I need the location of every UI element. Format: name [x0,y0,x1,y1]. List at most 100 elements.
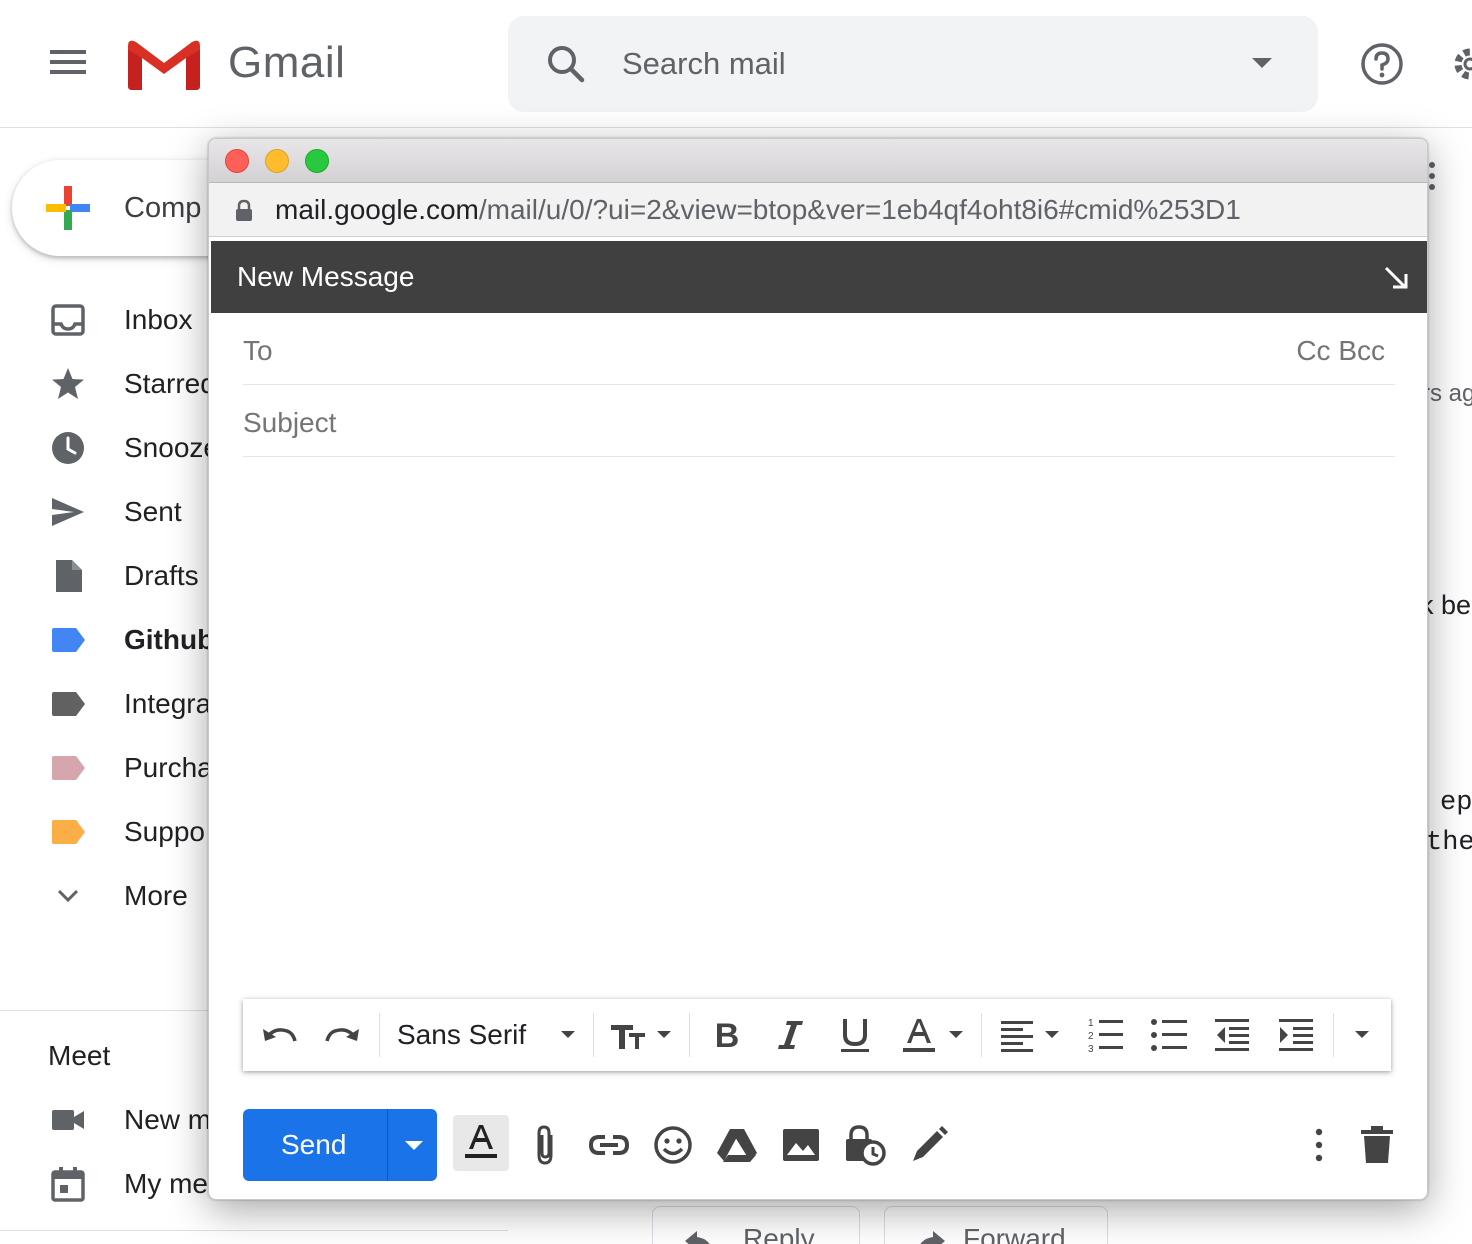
pop-in-arrow-icon[interactable] [1383,265,1409,291]
label-icon [52,628,85,652]
confidential-mode-icon[interactable] [843,1123,887,1167]
window-minimize-button[interactable] [265,149,289,173]
italic-icon[interactable] [771,1015,811,1055]
sidebar-item-snoozed[interactable]: Snoozed [0,418,240,478]
more-options-icon[interactable] [1299,1123,1339,1167]
meet-item-new-meeting[interactable]: New m [0,1090,240,1150]
insert-photo-icon[interactable] [779,1123,823,1167]
address-bar[interactable]: mail.google.com/mail/u/0/?ui=2&view=btop… [209,183,1427,237]
font-dropdown-caret-icon[interactable] [561,1031,575,1038]
main-menu-icon[interactable] [44,46,92,86]
insert-link-icon[interactable] [587,1123,631,1167]
calendar-icon [51,1167,85,1202]
video-icon [52,1110,84,1130]
label-icon [52,756,85,780]
gmail-header: Gmail Search mail [0,0,1472,128]
font-size-icon[interactable] [609,1015,649,1055]
send-button[interactable]: Send [243,1109,437,1181]
meet-item-my-meetings[interactable]: My me [0,1154,240,1214]
text-color-caret-icon[interactable] [949,1031,963,1038]
sidebar-item-sent[interactable]: Sent [0,482,240,542]
underline-icon[interactable] [835,1015,875,1055]
chevron-down-icon [57,889,79,903]
draft-icon [56,560,82,592]
sidebar-divider [0,1010,240,1011]
svg-text:3: 3 [1088,1044,1094,1055]
label-icon [52,692,85,716]
send-icon [52,498,84,526]
sidebar-item-more[interactable]: More [0,866,240,926]
sidebar-item-label: Integra [124,688,212,719]
discard-draft-trash-icon[interactable] [1355,1123,1399,1167]
compose-header: New Message [211,241,1427,313]
send-options-caret-icon[interactable] [405,1141,423,1150]
gmail-logo[interactable] [126,36,202,92]
font-size-caret-icon[interactable] [657,1031,671,1038]
text-color-icon[interactable] [899,1015,939,1055]
google-drive-icon[interactable] [715,1123,759,1167]
emoji-icon[interactable] [651,1123,695,1167]
inbox-icon [51,304,85,336]
to-field[interactable]: To Cc Bcc [243,313,1395,385]
meet-item-label: New m [124,1104,212,1135]
svg-text:2: 2 [1088,1031,1094,1042]
cc-bcc-link[interactable]: Cc Bcc [1296,335,1385,367]
bulleted-list-icon[interactable] [1149,1015,1189,1055]
signature-pen-icon[interactable] [907,1123,951,1167]
sidebar-item-starred[interactable]: Starred [0,354,240,414]
subject-input[interactable]: Subject [243,407,336,439]
redo-icon[interactable] [323,1015,363,1055]
gear-icon[interactable] [1446,40,1472,88]
reply-button[interactable]: Reply [652,1206,860,1244]
forward-label: Forward [963,1223,1066,1244]
sidebar-item-integra[interactable]: Integra [0,674,240,734]
background-text-fragment: rs ag [1422,380,1472,407]
toolbar-separator [379,1013,380,1057]
attach-file-icon[interactable] [523,1123,567,1167]
compose-title: New Message [237,261,415,292]
window-close-button[interactable] [225,149,249,173]
to-label: To [243,335,273,366]
sidebar-item-github[interactable]: Github [0,610,240,670]
lock-icon [236,199,252,221]
svg-text:1: 1 [1088,1018,1094,1029]
sidebar-bottom-divider [0,1230,508,1231]
search-options-caret-icon[interactable] [1252,58,1272,68]
sidebar-item-inbox[interactable]: Inbox [0,290,240,350]
meet-item-label: My me [124,1168,208,1199]
compose-label: Comp [124,192,202,224]
sidebar-item-label: Suppo [124,816,205,847]
background-text-fragment: ep [1440,788,1472,818]
subject-field[interactable]: Subject [243,385,1395,457]
font-family-select[interactable]: Sans Serif [397,1019,526,1051]
toolbar-separator [593,1013,594,1057]
numbered-list-icon[interactable]: 1 2 3 [1085,1015,1125,1055]
bold-icon[interactable]: B [707,1015,747,1055]
undo-icon[interactable] [259,1015,299,1055]
align-caret-icon[interactable] [1045,1031,1059,1038]
forward-button[interactable]: Forward [884,1206,1108,1244]
window-titlebar[interactable] [209,139,1427,183]
compose-plus-icon [46,186,90,230]
url-path: /mail/u/0/?ui=2&view=btop&ver=1eb4qf4oht… [478,194,1241,225]
sidebar-item-drafts[interactable]: Drafts [0,546,240,606]
sidebar-item-suppo[interactable]: Suppo [0,802,240,862]
send-button-divider [387,1109,388,1181]
more-formatting-caret-icon[interactable] [1355,1031,1369,1038]
window-maximize-button[interactable] [305,149,329,173]
sidebar-item-purcha[interactable]: Purcha [0,738,240,798]
toolbar-separator [981,1013,982,1057]
search-icon[interactable] [544,42,588,86]
indent-more-icon[interactable] [1277,1015,1317,1055]
help-icon[interactable] [1358,40,1406,88]
meet-section-title: Meet [48,1040,111,1071]
formatting-toolbar: Sans Serif B 1 2 3 [243,999,1391,1071]
sidebar-item-label: Sent [124,496,182,527]
align-icon[interactable] [999,1015,1039,1055]
formatting-options-button[interactable] [453,1115,509,1171]
sidebar-item-label: More [124,880,188,911]
indent-less-icon[interactable] [1213,1015,1253,1055]
search-bar[interactable]: Search mail [508,16,1318,112]
message-body[interactable] [243,459,1395,989]
search-input[interactable]: Search mail [622,46,786,82]
